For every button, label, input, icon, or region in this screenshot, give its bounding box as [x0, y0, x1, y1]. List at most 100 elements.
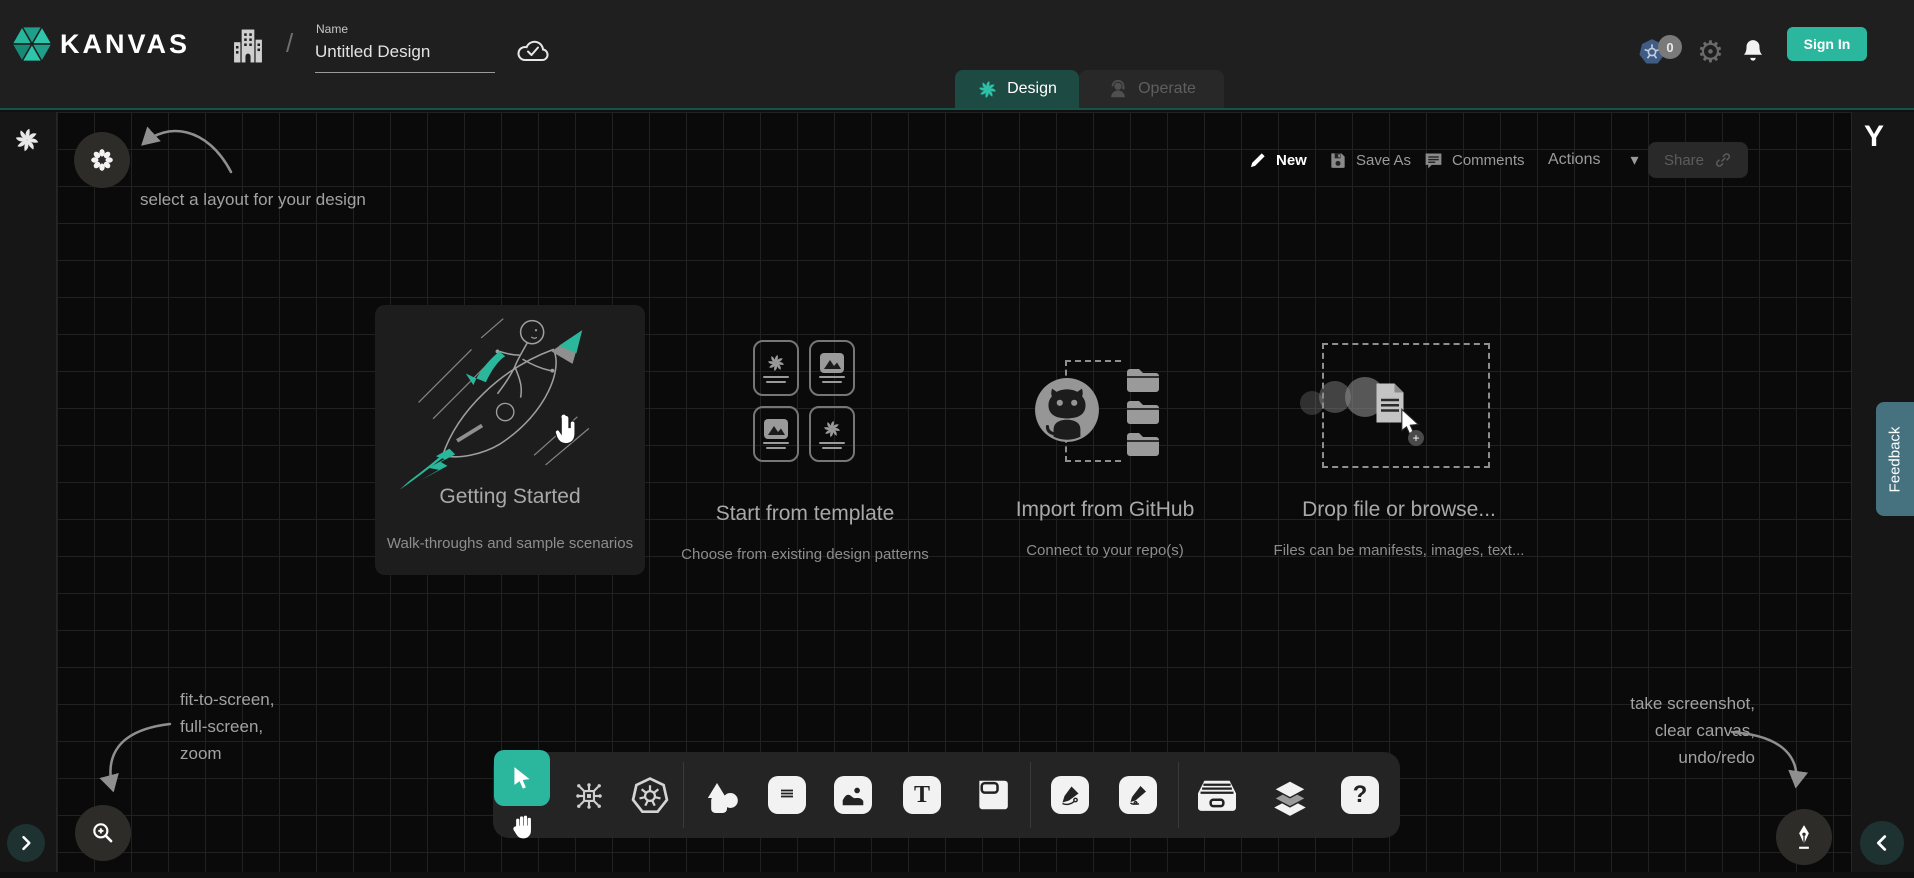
- card-subtitle: Connect to your repo(s): [965, 542, 1245, 559]
- tab-design-label: Design: [1007, 80, 1057, 98]
- card-getting-started[interactable]: Getting Started Walk-throughs and sample…: [375, 305, 645, 575]
- comments-button[interactable]: Comments: [1423, 150, 1525, 171]
- pan-tool-button[interactable]: [506, 808, 540, 842]
- organization-icon[interactable]: [231, 27, 265, 65]
- settings-gear-icon[interactable]: ⚙: [1697, 38, 1724, 68]
- pen-nib-icon: [1791, 823, 1817, 851]
- tab-operate[interactable]: Operate: [1079, 70, 1224, 108]
- new-label: New: [1276, 152, 1307, 169]
- layers-icon: [1269, 776, 1311, 818]
- save-as-button[interactable]: Save As: [1328, 150, 1411, 170]
- cloud-saved-icon: [516, 38, 550, 64]
- question-mark-icon: ?: [1341, 776, 1379, 814]
- chevron-right-icon: [16, 833, 36, 853]
- layers-tool-button[interactable]: [1269, 776, 1311, 818]
- design-name-input[interactable]: [315, 42, 495, 73]
- kubernetes-tool-button[interactable]: [630, 776, 670, 816]
- repo-folder-icon: [1125, 399, 1161, 425]
- comment-tool-button[interactable]: [768, 776, 806, 814]
- select-layout-button[interactable]: [74, 132, 130, 188]
- kanvas-logo-icon[interactable]: [11, 23, 53, 65]
- pen-path-tool-button[interactable]: [1051, 776, 1089, 814]
- save-floppy-icon: [1328, 150, 1348, 170]
- card-title: Getting Started: [375, 485, 645, 509]
- kubernetes-wheel-icon: [631, 777, 669, 815]
- expand-left-panel-button[interactable]: [7, 824, 45, 862]
- text-icon: T: [903, 776, 941, 814]
- spiral-icon: [822, 419, 842, 439]
- save-as-label: Save As: [1356, 152, 1411, 169]
- template-tile: [809, 340, 855, 396]
- template-tile: [753, 406, 799, 462]
- card-subtitle: Choose from existing design patterns: [665, 546, 945, 563]
- spiral-icon: [766, 353, 786, 373]
- share-label: Share: [1664, 152, 1704, 169]
- feedback-tab[interactable]: Feedback: [1876, 402, 1914, 516]
- card-subtitle: Files can be manifests, images, text...: [1259, 542, 1539, 559]
- collapse-right-panel-button[interactable]: [1860, 821, 1904, 865]
- card-start-from-template[interactable]: Start from template Choose from existing…: [665, 330, 945, 570]
- image-icon: [820, 353, 844, 373]
- select-tool-button[interactable]: [494, 750, 550, 806]
- note-tool-button[interactable]: [973, 776, 1011, 814]
- design-spiral-icon: [977, 79, 998, 100]
- archive-tool-button[interactable]: [1196, 776, 1238, 814]
- sign-in-button[interactable]: Sign In: [1787, 27, 1867, 61]
- shapes-tool-button[interactable]: [700, 776, 744, 820]
- drawer-icon: [1196, 776, 1238, 814]
- comments-icon: [1423, 150, 1444, 171]
- template-thumbnails: [753, 340, 855, 462]
- notifications-bell-icon[interactable]: [1740, 38, 1766, 66]
- image-tool-button[interactable]: [834, 776, 872, 814]
- rocket-doodle: [387, 311, 633, 489]
- new-design-button[interactable]: New: [1248, 150, 1307, 170]
- hand-icon: [510, 811, 536, 839]
- card-title: Import from GitHub: [965, 498, 1245, 522]
- hand-pointer-cursor: [553, 413, 583, 447]
- image-icon: [764, 419, 788, 439]
- brand-wordmark: KANVAS: [60, 29, 190, 60]
- component-tool-button[interactable]: [569, 776, 609, 816]
- pen-path-icon: [1051, 776, 1089, 814]
- designs-spiral-icon[interactable]: [13, 126, 41, 154]
- circuit-icon: [572, 779, 606, 813]
- card-title: Drop file or browse...: [1259, 498, 1539, 522]
- card-subtitle: Walk-throughs and sample scenarios: [375, 535, 645, 552]
- zoom-hint-arrow: [96, 712, 178, 804]
- operate-headset-icon: [1107, 78, 1129, 100]
- k8s-context-count-badge[interactable]: 0: [1658, 35, 1682, 59]
- share-button[interactable]: Share: [1648, 142, 1748, 178]
- sketch-tool-button[interactable]: [1119, 776, 1157, 814]
- partner-logo-y[interactable]: Y: [1864, 120, 1884, 154]
- tab-operate-label: Operate: [1138, 80, 1196, 98]
- actions-dropdown[interactable]: Actions ▾: [1548, 150, 1639, 170]
- comment-icon: [768, 776, 806, 814]
- tab-design[interactable]: Design: [955, 70, 1079, 108]
- template-tile: [809, 406, 855, 462]
- design-name-label: Name: [316, 22, 348, 36]
- image-icon: [834, 776, 872, 814]
- caret-down-icon: ▾: [1630, 150, 1638, 170]
- kanvas-app: KANVAS / Name: [0, 0, 1914, 878]
- help-tool-button[interactable]: ?: [1341, 776, 1379, 814]
- card-drop-file[interactable]: + Drop file or browse... Files can be ma…: [1259, 330, 1539, 570]
- zoom-controls-button[interactable]: [75, 805, 131, 861]
- actions-label: Actions: [1548, 151, 1600, 169]
- left-rail: [0, 112, 57, 878]
- repo-folder-icon: [1125, 367, 1161, 393]
- magnifier-plus-icon: [90, 820, 116, 846]
- canvas-actions-button[interactable]: [1776, 809, 1832, 865]
- zoom-hint-text: fit-to-screen, full-screen, zoom: [180, 686, 274, 767]
- github-octocat-icon: [1033, 376, 1101, 444]
- text-tool-button[interactable]: T: [903, 776, 941, 814]
- sticky-note-icon: [973, 776, 1011, 814]
- layout-hint-arrow: [135, 118, 237, 182]
- card-import-github[interactable]: Import from GitHub Connect to your repo(…: [965, 330, 1245, 570]
- pencil-icon: [1248, 150, 1268, 170]
- feedback-label: Feedback: [1887, 426, 1904, 492]
- layout-flower-icon: [89, 147, 115, 173]
- template-tile: [753, 340, 799, 396]
- layout-hint-text: select a layout for your design: [140, 186, 366, 213]
- repo-folder-icon: [1125, 431, 1161, 457]
- app-header: KANVAS / Name: [0, 0, 1914, 108]
